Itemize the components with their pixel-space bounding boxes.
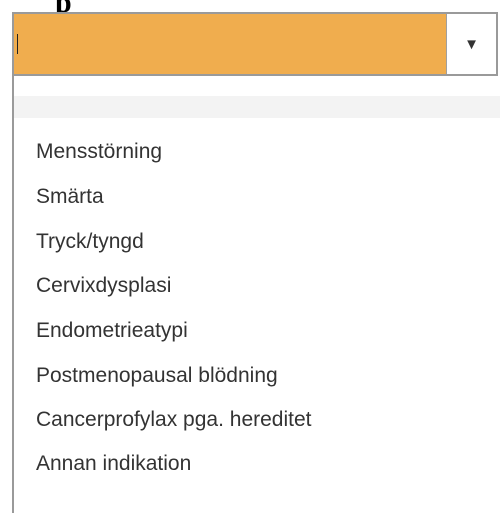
text-caret xyxy=(17,34,18,54)
dropdown-option-mensstorning[interactable]: Mensstörning xyxy=(36,139,162,165)
dropdown-option-postmenopausal-blodning[interactable]: Postmenopausal blödning xyxy=(36,363,278,389)
dropdown-option-endometrieatypi[interactable]: Endometrieatypi xyxy=(36,318,188,344)
dropdown-option-cancerprofylax[interactable]: Cancerprofylax pga. hereditet xyxy=(36,407,312,433)
chevron-down-icon: ▼ xyxy=(464,35,479,53)
combobox-input[interactable] xyxy=(14,14,447,74)
dropdown-option-tryck-tyngd[interactable]: Tryck/tyngd xyxy=(36,229,144,255)
dropdown-list[interactable]: Mensstörning Smärta Tryck/tyngd Cervixdy… xyxy=(12,76,500,513)
dropdown-option-smarta[interactable]: Smärta xyxy=(36,184,104,210)
dropdown-option-cervixdysplasi[interactable]: Cervixdysplasi xyxy=(36,273,171,299)
dropdown-toggle-button[interactable]: ▼ xyxy=(447,14,496,74)
indication-combobox[interactable]: ▼ xyxy=(12,12,498,76)
dropdown-option-annan-indikation[interactable]: Annan indikation xyxy=(36,451,191,477)
dropdown-empty-option[interactable] xyxy=(14,96,500,118)
